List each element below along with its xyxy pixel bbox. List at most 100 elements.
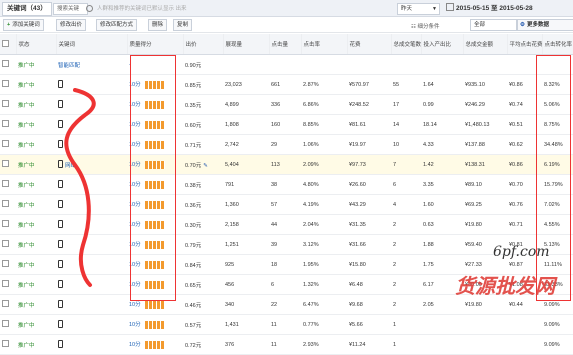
- table-row[interactable]: 推广中 10分 0.85元 23,023 661 2.87% ¥570.97 55 1.64 ¥9…: [0, 74, 573, 95]
- cell-score[interactable]: 10分: [127, 134, 183, 155]
- row-checkbox[interactable]: [0, 114, 16, 135]
- cell-keyword[interactable]: [56, 314, 127, 335]
- cell-bid[interactable]: 0.46元: [183, 294, 223, 315]
- cell-bid[interactable]: 0.35元: [183, 94, 223, 115]
- table-row[interactable]: 推广中 10分 0.38元 791 38 4.80% ¥26.60 6 3.35 ¥89.10 ¥0…: [0, 174, 573, 195]
- table-row[interactable]: 推广中 10分 0.57元 1,431 11 0.77% ¥5.66 1 9.09%: [0, 314, 573, 335]
- edit-icon[interactable]: ✎: [203, 163, 208, 169]
- cell-bid[interactable]: 0.57元: [183, 314, 223, 335]
- row-checkbox[interactable]: [0, 134, 16, 155]
- table-row[interactable]: 推广中 10分 0.71元 2,742 29 1.06% ¥19.97 10 4.33 ¥137.…: [0, 134, 573, 155]
- cell-bid[interactable]: 0.85元: [183, 74, 223, 95]
- cell-bid[interactable]: 0.70元 ✎: [183, 154, 223, 175]
- table-row[interactable]: 推广中 智能匹配 - 0.90元: [0, 54, 573, 75]
- cell-keyword[interactable]: [56, 174, 127, 195]
- cell-keyword[interactable]: [56, 234, 127, 255]
- row-checkbox[interactable]: [0, 54, 16, 75]
- row-checkbox[interactable]: [0, 234, 16, 255]
- column-header[interactable]: 总成交金额: [463, 34, 508, 55]
- cell-bid[interactable]: 0.36元: [183, 194, 223, 215]
- column-header[interactable]: 花费: [347, 34, 392, 55]
- date-select[interactable]: 昨天 ▼: [397, 3, 440, 15]
- table-row[interactable]: 推广中 10分 0.35元 4,899 336 6.86% ¥248.52 17 0.99 ¥24…: [0, 94, 573, 115]
- cell-keyword[interactable]: [56, 114, 127, 135]
- column-header[interactable]: 总成交笔数: [391, 34, 422, 55]
- row-checkbox[interactable]: [0, 334, 16, 355]
- column-header[interactable]: 投入产出比: [421, 34, 464, 55]
- row-checkbox[interactable]: [0, 194, 16, 215]
- cell-keyword[interactable]: 智能匹配: [56, 54, 127, 75]
- row-checkbox[interactable]: [0, 94, 16, 115]
- cell-keyword[interactable]: [56, 214, 127, 235]
- row-checkbox[interactable]: [0, 294, 16, 315]
- cell-bid[interactable]: 0.90元: [183, 54, 223, 75]
- search-icon[interactable]: [86, 5, 93, 12]
- more-data-button[interactable]: ⚙ 更多数据: [517, 19, 573, 31]
- cell-bid[interactable]: 0.65元: [183, 274, 223, 295]
- cell-score[interactable]: 10分: [127, 74, 183, 95]
- column-header[interactable]: 展现量: [223, 34, 270, 55]
- row-checkbox[interactable]: [0, 214, 16, 235]
- cell-score[interactable]: 10分: [127, 174, 183, 195]
- date-range[interactable]: 2015-05-15 至 2015-05-28: [446, 3, 533, 14]
- column-header[interactable]: 关键词: [56, 34, 128, 55]
- table-row[interactable]: 推广中 10分 0.72元 376 11 2.93% ¥11.24 1 9.09%: [0, 334, 573, 355]
- table-row[interactable]: 推广中 网络 10分 0.70元 ✎ 5,404 113 2.09% ¥97.73 7 1.42 ¥1…: [0, 154, 573, 175]
- column-header[interactable]: 质量得分: [127, 34, 184, 55]
- cell-keyword[interactable]: [56, 294, 127, 315]
- cell-bid[interactable]: 0.38元: [183, 174, 223, 195]
- cell-score[interactable]: -: [127, 54, 183, 75]
- cell-bid[interactable]: 0.84元: [183, 254, 223, 275]
- table-row[interactable]: 推广中 10分 0.36元 1,360 57 4.19% ¥43.29 4 1.60 ¥69.25…: [0, 194, 573, 215]
- table-row[interactable]: 推广中 10分 0.60元 1,808 160 8.85% ¥81.61 14 18.14 ¥1,…: [0, 114, 573, 135]
- cell-score[interactable]: 10分: [127, 234, 183, 255]
- keyword-tab[interactable]: 关键词（43）: [2, 2, 52, 16]
- column-header[interactable]: 点击转化率: [542, 34, 573, 55]
- delete-button[interactable]: 删除: [148, 19, 168, 31]
- cell-keyword[interactable]: [56, 94, 127, 115]
- row-checkbox[interactable]: [0, 254, 16, 275]
- cell-bid[interactable]: 0.60元: [183, 114, 223, 135]
- cell-keyword[interactable]: [56, 194, 127, 215]
- row-checkbox[interactable]: [0, 74, 16, 95]
- cell-score[interactable]: 10分: [127, 154, 183, 175]
- column-header[interactable]: 状态: [16, 34, 57, 55]
- column-header[interactable]: 点击率: [301, 34, 348, 55]
- cell-bid[interactable]: 0.72元: [183, 334, 223, 355]
- cell-score[interactable]: 10分: [127, 194, 183, 215]
- cell-score[interactable]: 10分: [127, 274, 183, 295]
- table-row[interactable]: 推广中 10分 0.79元 1,251 39 3.12% ¥31.66 2 1.88 ¥59.40…: [0, 234, 573, 255]
- cell-keyword[interactable]: [56, 74, 127, 95]
- row-checkbox[interactable]: [0, 154, 16, 175]
- cell-keyword[interactable]: [56, 334, 127, 355]
- row-checkbox[interactable]: [0, 314, 16, 335]
- search-input[interactable]: 搜索关键: [53, 3, 88, 15]
- table-row[interactable]: 推广中 10分 0.30元 2,158 44 2.04% ¥31.35 2 0.63 ¥19.80…: [0, 214, 573, 235]
- add-keyword-button[interactable]: + 添加关键词: [3, 19, 44, 31]
- column-header[interactable]: 点击量: [269, 34, 302, 55]
- cell-score[interactable]: 10分: [127, 114, 183, 135]
- cell-keyword[interactable]: [56, 254, 127, 275]
- row-checkbox[interactable]: [0, 174, 16, 195]
- cell-score[interactable]: 10分: [127, 254, 183, 275]
- modify-match-button[interactable]: 修改匹配方式: [96, 19, 138, 31]
- cell-score[interactable]: 10分: [127, 294, 183, 315]
- cell-score[interactable]: 10分: [127, 94, 183, 115]
- cell-keyword[interactable]: 网络: [56, 154, 127, 175]
- select-all-checkbox[interactable]: [0, 34, 17, 55]
- cell-keyword[interactable]: [56, 274, 127, 295]
- bid-value: 0.84元: [185, 262, 202, 269]
- column-header[interactable]: 平均点击花费: [507, 34, 543, 55]
- cell-bid[interactable]: 0.71元: [183, 134, 223, 155]
- modify-bid-button[interactable]: 修改出价: [56, 19, 87, 31]
- cell-score[interactable]: 10分: [127, 214, 183, 235]
- row-checkbox[interactable]: [0, 274, 16, 295]
- column-header[interactable]: 出价: [183, 34, 224, 55]
- filter-select[interactable]: 全部: [470, 19, 517, 31]
- cell-bid[interactable]: 0.79元: [183, 234, 223, 255]
- cell-bid[interactable]: 0.30元: [183, 214, 223, 235]
- cell-keyword[interactable]: [56, 134, 127, 155]
- copy-button[interactable]: 复制: [173, 19, 193, 31]
- cell-score[interactable]: 10分: [127, 334, 183, 355]
- cell-score[interactable]: 10分: [127, 314, 183, 335]
